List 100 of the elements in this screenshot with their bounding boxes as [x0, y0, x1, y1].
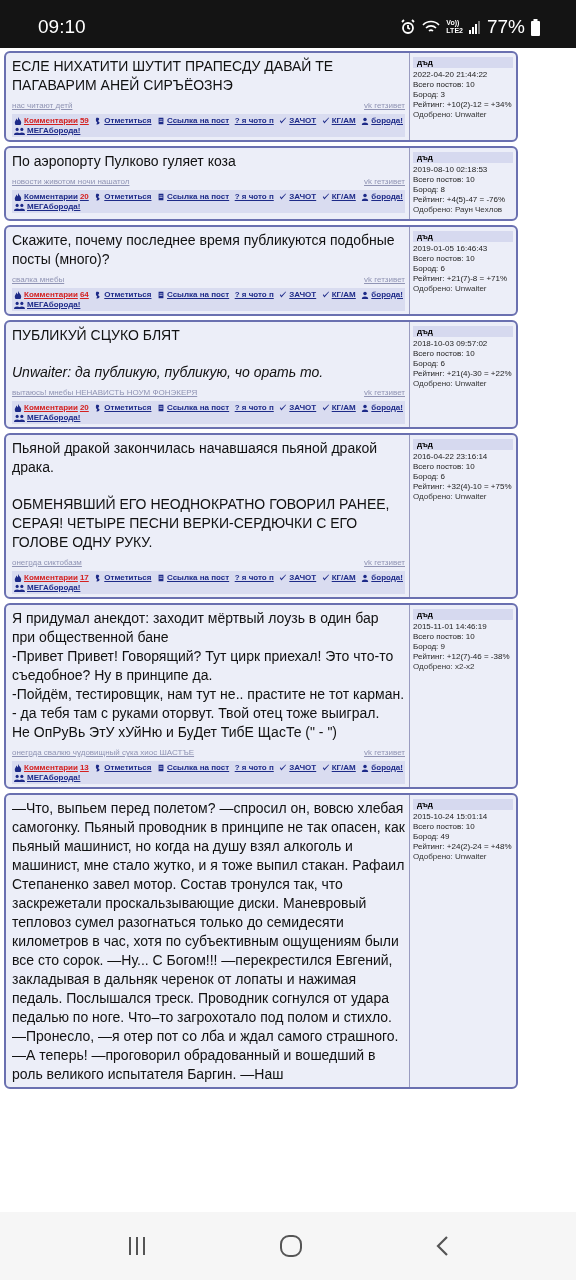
author-beards: Бород: 8	[413, 185, 446, 195]
post-action-link[interactable]: Ссылка на пост	[157, 290, 230, 299]
post-action-link[interactable]: ЗАЧОТ	[279, 403, 317, 412]
people-icon	[14, 300, 25, 309]
post-text: Пьяной дракой закончилась начавшаяся пьяной дракой драка.	[12, 439, 379, 477]
post-action-link[interactable]: борода!	[361, 290, 403, 299]
post-date: 2015-11-01 14:46:19	[413, 622, 488, 632]
post-date: 2016-04-22 23:16:14	[413, 452, 489, 462]
author-name[interactable]: дъд	[413, 231, 513, 242]
comments-link[interactable]: Комментарии 64	[14, 290, 89, 299]
post-action-link[interactable]: ЗАЧОТ	[279, 116, 317, 125]
post-action-link[interactable]: Ссылка на пост	[157, 192, 230, 201]
author-rating: Рейтинг: +10(2)-12 = +34%	[413, 100, 513, 110]
author-posts: Всего постов: 10	[413, 462, 476, 472]
post-action-link[interactable]: ? я чото п	[234, 116, 274, 125]
post-date: 2019-01-05 16:46:43	[413, 244, 489, 254]
home-button[interactable]	[279, 1234, 303, 1258]
author-name[interactable]: дъд	[413, 609, 513, 620]
author-name[interactable]: дъд	[413, 799, 513, 810]
post-action-link[interactable]: борода!	[361, 192, 403, 201]
signal-icon	[468, 20, 481, 34]
post-action-link[interactable]: Ссылка на пост	[157, 763, 230, 772]
document-icon	[157, 192, 165, 201]
comments-link[interactable]: Комментарии 17	[14, 573, 89, 582]
post-text: -Пойдём, тестировщик, нам тут не.. прастите не тот карман.	[12, 685, 405, 704]
post-action-link[interactable]: МЕГАборода!	[14, 773, 81, 782]
post-action-link[interactable]: МЕГАборода!	[14, 413, 81, 422]
post-action-link[interactable]: Отметиться	[94, 116, 152, 125]
approved-by: Одобрено: Раун Чехлов	[413, 205, 504, 215]
check-icon	[321, 403, 330, 412]
post-action-link[interactable]: Отметиться	[94, 573, 152, 582]
post-text: Скажите, почему последнее время публикуются подобные посты (много)?	[12, 231, 396, 269]
post-action-link[interactable]: ? я чото п	[234, 290, 274, 299]
footprint-icon	[94, 573, 103, 582]
check-icon	[279, 192, 288, 201]
document-icon	[157, 290, 165, 299]
author-name[interactable]: дъд	[413, 439, 513, 450]
post-action-link[interactable]: борода!	[361, 116, 403, 125]
post-text: ПУБЛИКУЙ СЦУКО БЛЯТ	[12, 326, 181, 345]
check-icon	[279, 116, 288, 125]
approved-by: Одобрено: Unwaiter	[413, 379, 488, 389]
author-name[interactable]: дъд	[413, 152, 513, 163]
comments-link[interactable]: Комментарии 13	[14, 763, 89, 772]
comments-count: 64	[79, 290, 89, 299]
post-action-link[interactable]: КГ/АМ	[321, 403, 356, 412]
author-rating: Рейтинг: +21(7)-8 = +71%	[413, 274, 509, 284]
post-action-link[interactable]: Ссылка на пост	[157, 403, 230, 412]
comments-link[interactable]: Комментарии 20	[14, 192, 89, 201]
post-action-link[interactable]: ? я чото п	[234, 403, 274, 412]
people-icon	[14, 202, 25, 211]
post-action-link[interactable]: Ссылка на пост	[157, 116, 230, 125]
post-text: По аэропорту Пулково гуляет коза	[12, 152, 237, 171]
author-name[interactable]: дъд	[413, 326, 513, 337]
author-beards: Бород: 6	[413, 359, 446, 369]
post-action-link[interactable]: ? я чото п	[234, 573, 274, 582]
post-action-link[interactable]: ЗАЧОТ	[279, 763, 317, 772]
author-posts: Всего постов: 10	[413, 349, 476, 359]
post-action-link[interactable]: Отметиться	[94, 763, 152, 772]
wifi-icon	[422, 20, 441, 34]
post-action-link[interactable]: ЗАЧОТ	[279, 573, 317, 582]
post-action-link[interactable]: МЕГАборода!	[14, 300, 81, 309]
post-action-link[interactable]: борода!	[361, 573, 403, 582]
post-action-link[interactable]: Отметиться	[94, 290, 152, 299]
check-icon	[279, 573, 288, 582]
comments-link[interactable]: Комментарии 59	[14, 116, 89, 125]
post-action-link[interactable]: Отметиться	[94, 403, 152, 412]
post-action-link[interactable]: Отметиться	[94, 192, 152, 201]
approved-by: Одобрено: Unwaiter	[413, 284, 488, 294]
post-action-link[interactable]: КГ/АМ	[321, 290, 356, 299]
post-action-link[interactable]: КГ/АМ	[321, 192, 356, 201]
post-action-link[interactable]: борода!	[361, 403, 403, 412]
post-action-link[interactable]: КГ/АМ	[321, 763, 356, 772]
back-button[interactable]	[434, 1235, 451, 1257]
post-action-link[interactable]: борода!	[361, 763, 403, 772]
post-action-link[interactable]: КГ/АМ	[321, 116, 356, 125]
post-action-link[interactable]: МЕГАборода!	[14, 202, 81, 211]
post-action-link[interactable]: ЗАЧОТ	[279, 290, 317, 299]
battery-icon	[531, 18, 540, 36]
alarm-icon	[400, 19, 417, 35]
post-action-link[interactable]: ? я чото п	[234, 763, 274, 772]
post-action-link[interactable]: Ссылка на пост	[157, 573, 230, 582]
flame-icon	[14, 290, 22, 299]
post-action-link[interactable]: ЗАЧОТ	[279, 192, 317, 201]
author-rating: Рейтинг: +4(5)-47 = -76%	[413, 195, 507, 205]
footprint-icon	[94, 192, 103, 201]
flame-icon	[14, 403, 22, 412]
comments-link[interactable]: Комментарии 20	[14, 403, 89, 412]
check-icon	[321, 763, 330, 772]
person-icon	[361, 403, 370, 412]
post-action-link[interactable]: ? я чото п	[234, 192, 274, 201]
post-action-link[interactable]: МЕГАборода!	[14, 583, 81, 592]
flame-icon	[14, 116, 22, 125]
author-name[interactable]: дъд	[413, 57, 513, 68]
people-icon	[14, 773, 25, 782]
post-action-link[interactable]: КГ/АМ	[321, 573, 356, 582]
comments-count: 13	[79, 763, 89, 772]
post-action-link[interactable]: МЕГАборода!	[14, 126, 81, 135]
post-text: Я придумал анекдот: заходит мёртвый лоузь в один бар при общественной бане	[12, 609, 380, 647]
author-posts: Всего постов: 10	[413, 822, 476, 832]
post-date: 2019-08-10 02:18:53	[413, 165, 489, 175]
